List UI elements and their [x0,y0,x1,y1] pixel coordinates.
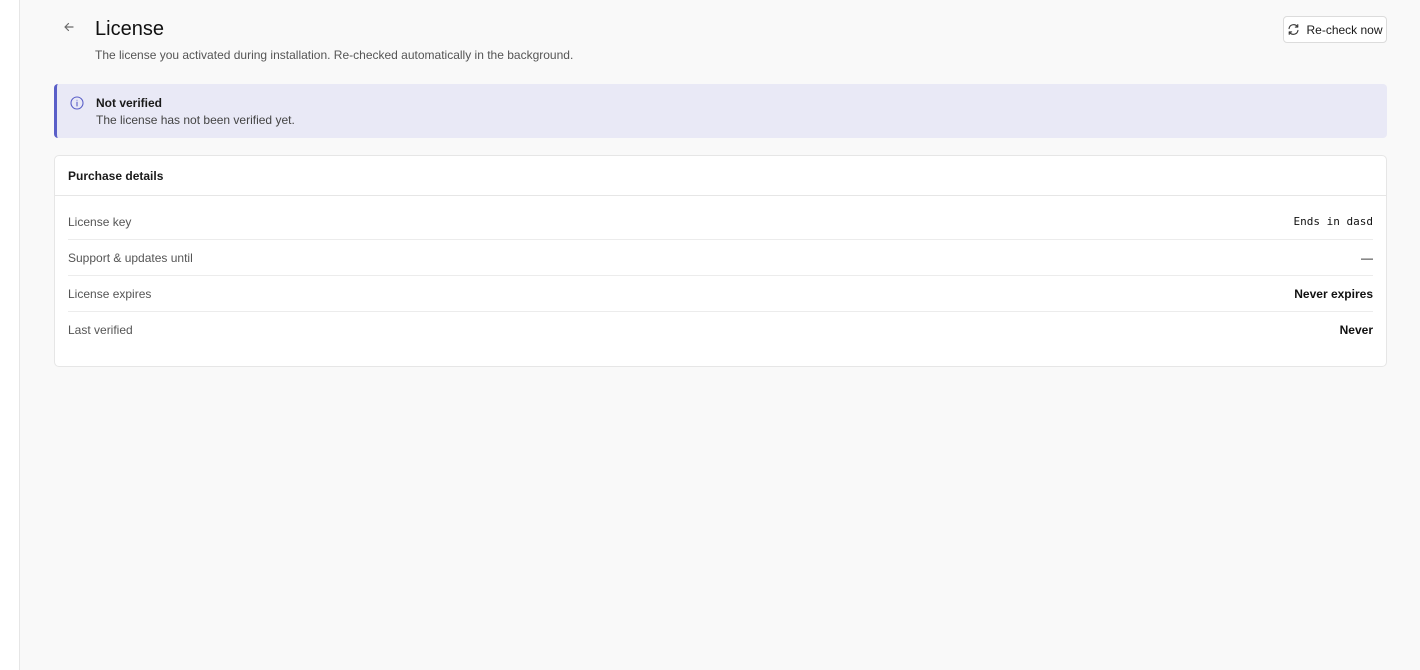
not-verified-alert: Not verified The license has not been ve… [54,84,1387,138]
card-title: Purchase details [55,156,1386,196]
refresh-icon [1287,23,1300,36]
page-subtitle: The license you activated during install… [95,48,574,62]
details-list: License key Ends in dasd Support & updat… [55,196,1386,348]
support-until-value: — [1361,250,1373,265]
detail-label: License key [68,214,132,229]
detail-row-license-expires: License expires Never expires [68,276,1373,312]
alert-title: Not verified [96,96,163,110]
detail-label: Support & updates until [68,250,193,265]
info-icon [70,96,84,110]
last-verified-value: Never [1339,323,1373,337]
page-title: License [95,18,164,40]
page-header: License The license you activated during… [54,0,1387,84]
detail-row-support-until: Support & updates until — [68,240,1373,276]
back-button[interactable] [60,20,78,38]
license-key-value: Ends in dasd [1293,215,1373,228]
license-page: License The license you activated during… [54,0,1387,367]
purchase-details-card: Purchase details License key Ends in das… [54,155,1387,367]
recheck-now-label: Re-check now [1306,22,1383,37]
detail-row-last-verified: Last verified Never [68,312,1373,348]
left-rail [0,0,20,670]
alert-message: The license has not been verified yet. [96,113,295,127]
license-expires-value: Never expires [1294,286,1373,301]
arrow-left-icon [63,20,75,38]
recheck-now-button[interactable]: Re-check now [1283,16,1387,43]
detail-label: Last verified [68,323,133,337]
detail-label: License expires [68,286,152,301]
detail-row-license-key: License key Ends in dasd [68,204,1373,240]
